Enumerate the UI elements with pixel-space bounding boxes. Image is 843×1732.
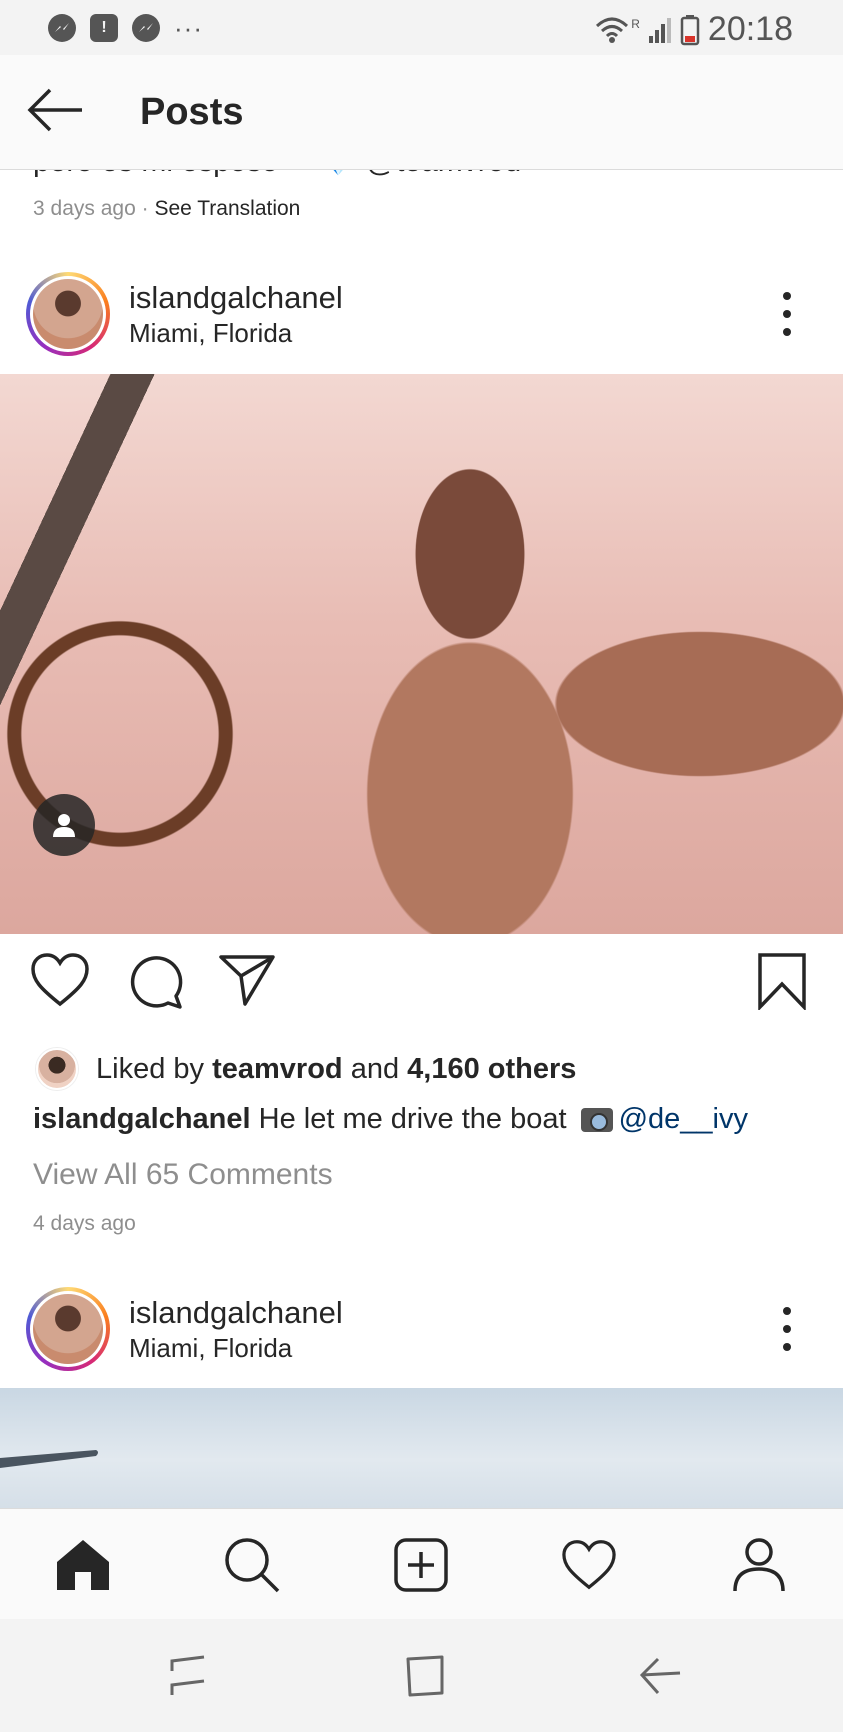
bookmark-icon <box>758 953 806 1012</box>
liked-by-user[interactable]: teamvrod <box>212 1053 343 1085</box>
post-photo[interactable] <box>0 374 843 934</box>
camera-emoji-icon <box>580 1108 613 1133</box>
nav-profile[interactable] <box>727 1533 791 1597</box>
person-icon <box>53 814 75 837</box>
dot <box>783 328 791 336</box>
avatar-image <box>33 1294 103 1364</box>
post-username[interactable]: islandgalchanel <box>129 280 343 316</box>
battery-icon <box>680 14 700 45</box>
share-button[interactable] <box>218 952 278 1012</box>
likes-prefix: Liked by <box>96 1052 205 1085</box>
view-comments-link[interactable]: View All 65 Comments <box>33 1158 333 1192</box>
likes-summary[interactable]: Liked by teamvrod and 4,160 others <box>36 1048 576 1090</box>
dot <box>783 292 791 300</box>
caption-text: He let me drive the boat <box>258 1103 567 1135</box>
like-button[interactable] <box>30 952 90 1012</box>
system-navigation-bar <box>0 1619 843 1732</box>
status-bar: ! ··· R 20:18 <box>0 0 843 55</box>
new-post-icon <box>394 1538 448 1592</box>
home-icon <box>57 1540 109 1590</box>
caption-username[interactable]: islandgalchanel <box>33 1103 251 1135</box>
avatar[interactable] <box>26 1287 110 1371</box>
post-caption: islandgalchanel He let me drive the boat… <box>33 1103 748 1136</box>
post-time: 4 days ago <box>33 1212 136 1235</box>
activity-heart-icon <box>562 1540 616 1590</box>
post-header: islandgalchanel Miami, Florida <box>0 270 843 370</box>
search-icon <box>225 1538 280 1593</box>
avatar[interactable] <box>26 272 110 356</box>
dot <box>783 310 791 318</box>
likes-and: and <box>350 1052 400 1085</box>
dot <box>783 1307 791 1315</box>
comment-button[interactable] <box>126 952 186 1012</box>
more-options-button[interactable] <box>772 1307 802 1351</box>
home-square-button[interactable] <box>400 1653 448 1699</box>
heart-icon <box>31 953 89 1007</box>
messenger-icon <box>132 14 160 42</box>
meta-separator: · <box>141 197 149 220</box>
clock: 20:18 <box>707 10 793 48</box>
next-post-header: islandgalchanel Miami, Florida <box>0 1285 843 1385</box>
send-icon <box>219 955 275 1006</box>
messenger-icon <box>48 14 76 42</box>
nav-search[interactable] <box>220 1533 284 1597</box>
back-button[interactable] <box>26 85 84 135</box>
feed[interactable]: pero es mi esposo ❤ 💎 @teamvrod 3 days a… <box>0 170 843 1508</box>
signal-icon <box>648 17 671 43</box>
alert-icon: ! <box>90 14 118 42</box>
post-username[interactable]: islandgalchanel <box>129 1295 343 1331</box>
post-location[interactable]: Miami, Florida <box>129 318 292 349</box>
dot <box>783 1325 791 1333</box>
comment-icon <box>130 956 183 1009</box>
nav-home[interactable] <box>51 1533 115 1597</box>
likes-count[interactable]: 4,160 others <box>407 1053 576 1085</box>
more-options-button[interactable] <box>772 292 802 336</box>
system-back-button[interactable] <box>636 1653 684 1699</box>
system-status: R 20:18 <box>595 10 793 49</box>
see-translation-link[interactable]: See Translation <box>154 197 300 220</box>
more-notifications-icon: ··· <box>174 13 203 43</box>
post-location[interactable]: Miami, Florida <box>129 1333 292 1364</box>
profile-icon <box>733 1538 785 1592</box>
dot <box>783 1343 791 1351</box>
post-actions <box>0 952 843 1012</box>
nav-activity[interactable] <box>557 1533 621 1597</box>
recents-button[interactable] <box>164 1653 212 1699</box>
notification-icons: ! ··· <box>48 14 203 42</box>
recents-icon <box>170 1655 205 1695</box>
previous-post-caption: pero es mi esposo ❤ 💎 @teamvrod <box>33 170 521 179</box>
back-arrow-icon <box>639 1657 681 1694</box>
airplane-wing-icon <box>0 1450 98 1468</box>
page-title: Posts <box>140 91 244 133</box>
nav-new-post[interactable] <box>389 1533 453 1597</box>
save-button[interactable] <box>756 952 816 1012</box>
wifi-icon <box>596 17 629 43</box>
home-square-icon <box>406 1655 444 1697</box>
top-app-bar: Posts <box>0 55 843 170</box>
back-arrow-icon <box>27 88 82 132</box>
liker-avatar <box>36 1048 78 1090</box>
tagged-people-button[interactable] <box>33 794 95 856</box>
avatar-image <box>33 279 103 349</box>
caption-mention[interactable]: @de__ivy <box>619 1103 748 1135</box>
roaming-label: R <box>631 16 640 31</box>
previous-post-meta: 3 days ago · See Translation <box>33 197 300 221</box>
previous-post-time: 3 days ago <box>33 197 136 220</box>
bottom-navigation <box>0 1508 843 1619</box>
next-post-photo[interactable] <box>0 1388 843 1508</box>
